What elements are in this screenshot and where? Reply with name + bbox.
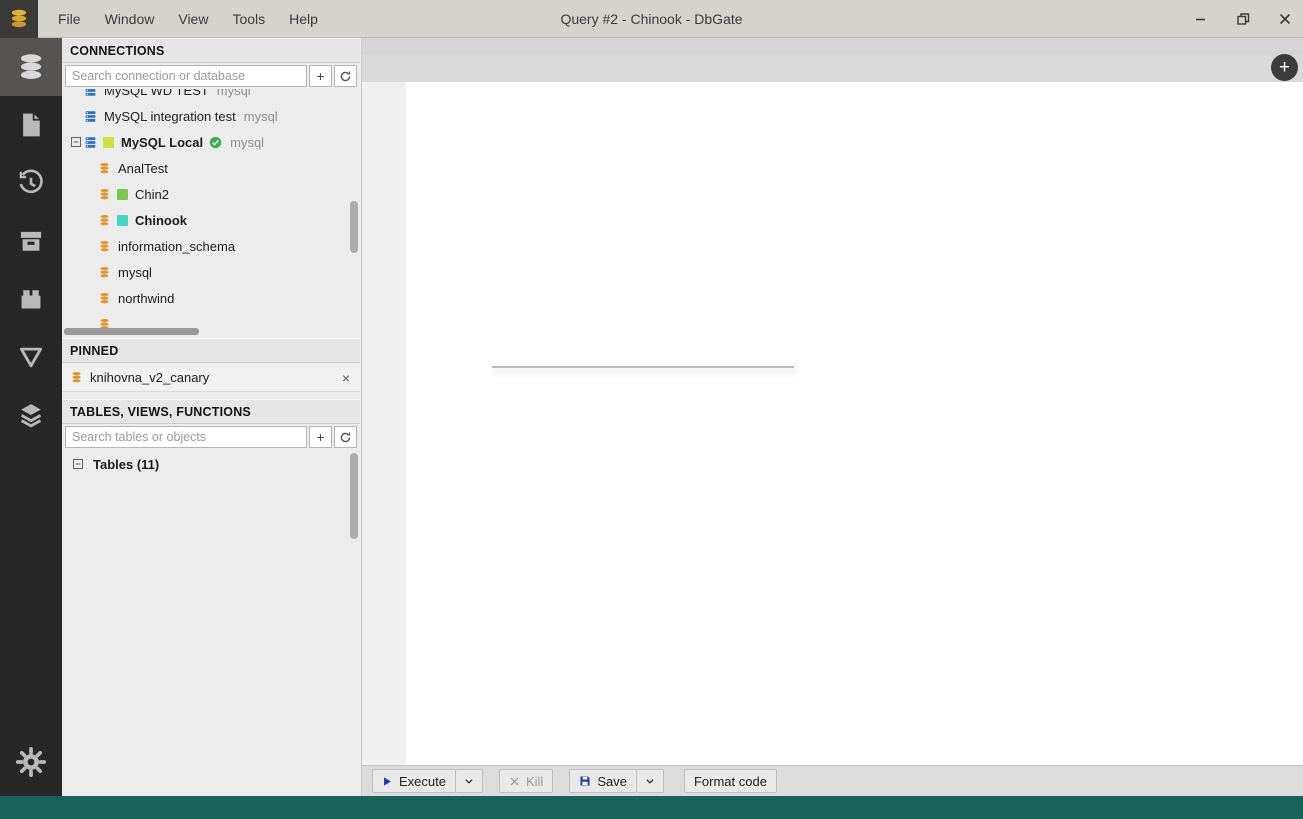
status-bar (0, 796, 1303, 819)
minimize-icon[interactable] (1193, 11, 1209, 27)
restore-icon[interactable] (1235, 11, 1251, 27)
sql-editor[interactable] (362, 82, 1303, 765)
database-icon (98, 188, 111, 201)
connection-item[interactable]: MySQL integration test mysql (62, 103, 360, 129)
play-icon (384, 776, 391, 786)
save-dropdown-button[interactable] (636, 769, 664, 793)
engine-label: mysql (230, 134, 265, 150)
window-controls (1193, 0, 1293, 38)
tables-search-input[interactable] (65, 426, 307, 448)
dbgate-window: File Window View Tools Help Query #2 - C… (0, 0, 1303, 819)
tab-strip (362, 55, 1303, 82)
kill-button[interactable]: Kill (498, 769, 554, 793)
connections-search-row: + (62, 63, 360, 89)
connections-vertical-scrollbar[interactable] (350, 201, 358, 253)
autocomplete-popup (492, 366, 794, 368)
menu-view[interactable]: View (168, 7, 218, 31)
database-item[interactable]: information_schema (62, 233, 360, 259)
connections-search-input[interactable] (65, 65, 307, 87)
execute-button[interactable]: Execute (372, 769, 456, 793)
layers-compare-icon[interactable] (0, 386, 62, 444)
database-icon[interactable] (0, 38, 62, 96)
tables-search-row: + (62, 424, 360, 450)
database-icon (98, 266, 111, 279)
refresh-tables-icon[interactable] (334, 426, 357, 448)
floppy-icon (580, 776, 590, 786)
connection-item[interactable]: MySQL WD TEST mysql (62, 89, 360, 103)
main-panel: + Execute Kill Save Format code (362, 38, 1303, 796)
menu-file[interactable]: File (48, 7, 91, 31)
server-icon (84, 136, 97, 149)
database-item[interactable]: mysql (62, 259, 360, 285)
pinned-item[interactable]: knihovna_v2_canary × (62, 364, 360, 392)
left-panel: CONNECTIONS + MySQL WD TESTmysqlMySQL in… (62, 38, 362, 796)
unpin-close-icon[interactable]: × (342, 370, 350, 386)
item-label: MySQL WD TEST (104, 89, 209, 98)
database-icon (98, 214, 111, 227)
database-icon (98, 162, 111, 175)
connections-horizontal-scrollbar[interactable] (64, 328, 199, 335)
files-icon[interactable] (0, 96, 62, 154)
item-label: information_schema (118, 238, 236, 254)
server-icon (84, 89, 97, 97)
item-label: Chin2 (135, 186, 169, 202)
tables-header: TABLES, VIEWS, FUNCTIONS (62, 399, 360, 424)
pinned-item-label: knihovna_v2_canary (90, 370, 210, 385)
menu-help[interactable]: Help (279, 7, 328, 31)
app-logo-icon (0, 0, 38, 38)
pinned-header: PINNED (62, 338, 360, 363)
triangle-down-icon[interactable] (0, 328, 62, 386)
item-label: MySQL integration test (104, 108, 236, 124)
server-icon (84, 110, 97, 123)
menubar: File Window View Tools Help (48, 0, 328, 38)
new-tab-button[interactable]: + (1271, 54, 1298, 81)
close-icon[interactable] (1277, 11, 1293, 27)
tables-group-row[interactable]: Tables (11) (62, 451, 360, 477)
engine-label: mysql (216, 89, 251, 98)
refresh-connections-icon[interactable] (334, 65, 357, 87)
execute-dropdown-button[interactable] (455, 769, 483, 793)
database-item[interactable]: northwind (62, 285, 360, 311)
color-square (117, 188, 128, 200)
tab-group-strip (362, 38, 1303, 55)
add-connection-button[interactable]: + (309, 65, 332, 87)
titlebar: File Window View Tools Help Query #2 - C… (0, 0, 1303, 38)
add-table-button[interactable]: + (309, 426, 332, 448)
database-item[interactable]: Chin2 (62, 181, 360, 207)
item-label: mysql (118, 264, 152, 280)
item-label: Chinook (135, 212, 187, 228)
group-label: Tables (11) (93, 456, 160, 472)
editor-gutter (362, 82, 406, 765)
connections-header: CONNECTIONS (62, 38, 360, 63)
menu-window[interactable]: Window (95, 7, 165, 31)
collapse-icon[interactable] (70, 458, 86, 470)
color-square (103, 136, 114, 148)
query-toolbar: Execute Kill Save Format code (362, 765, 1303, 796)
database-icon (98, 292, 111, 305)
tables-list: Tables (11) (62, 451, 360, 796)
tables-vertical-scrollbar[interactable] (350, 453, 358, 539)
connections-list: MySQL WD TEST mysql MySQL integration test… (62, 89, 360, 336)
left-icon-rail (0, 38, 62, 796)
database-icon (70, 371, 83, 384)
item-label: MySQL Local (121, 134, 204, 150)
item-label: AnalTest (118, 160, 168, 176)
connection-item[interactable]: MySQL Local mysql (62, 129, 360, 155)
engine-label: mysql (243, 108, 278, 124)
item-label: northwind (118, 290, 175, 306)
database-item[interactable]: AnalTest (62, 155, 360, 181)
connected-check-icon (209, 136, 222, 149)
plugins-brick-icon[interactable] (0, 270, 62, 328)
history-icon[interactable] (0, 154, 62, 212)
format-code-button[interactable]: Format code (683, 769, 777, 793)
database-item[interactable]: Chinook (62, 207, 360, 233)
color-square (117, 214, 128, 226)
database-icon (98, 240, 111, 253)
menu-tools[interactable]: Tools (222, 7, 275, 31)
kill-x-icon (510, 777, 519, 785)
save-button[interactable]: Save (569, 769, 637, 793)
settings-gear-icon[interactable] (0, 738, 62, 786)
collapse-icon[interactable] (68, 136, 84, 148)
archive-icon[interactable] (0, 212, 62, 270)
